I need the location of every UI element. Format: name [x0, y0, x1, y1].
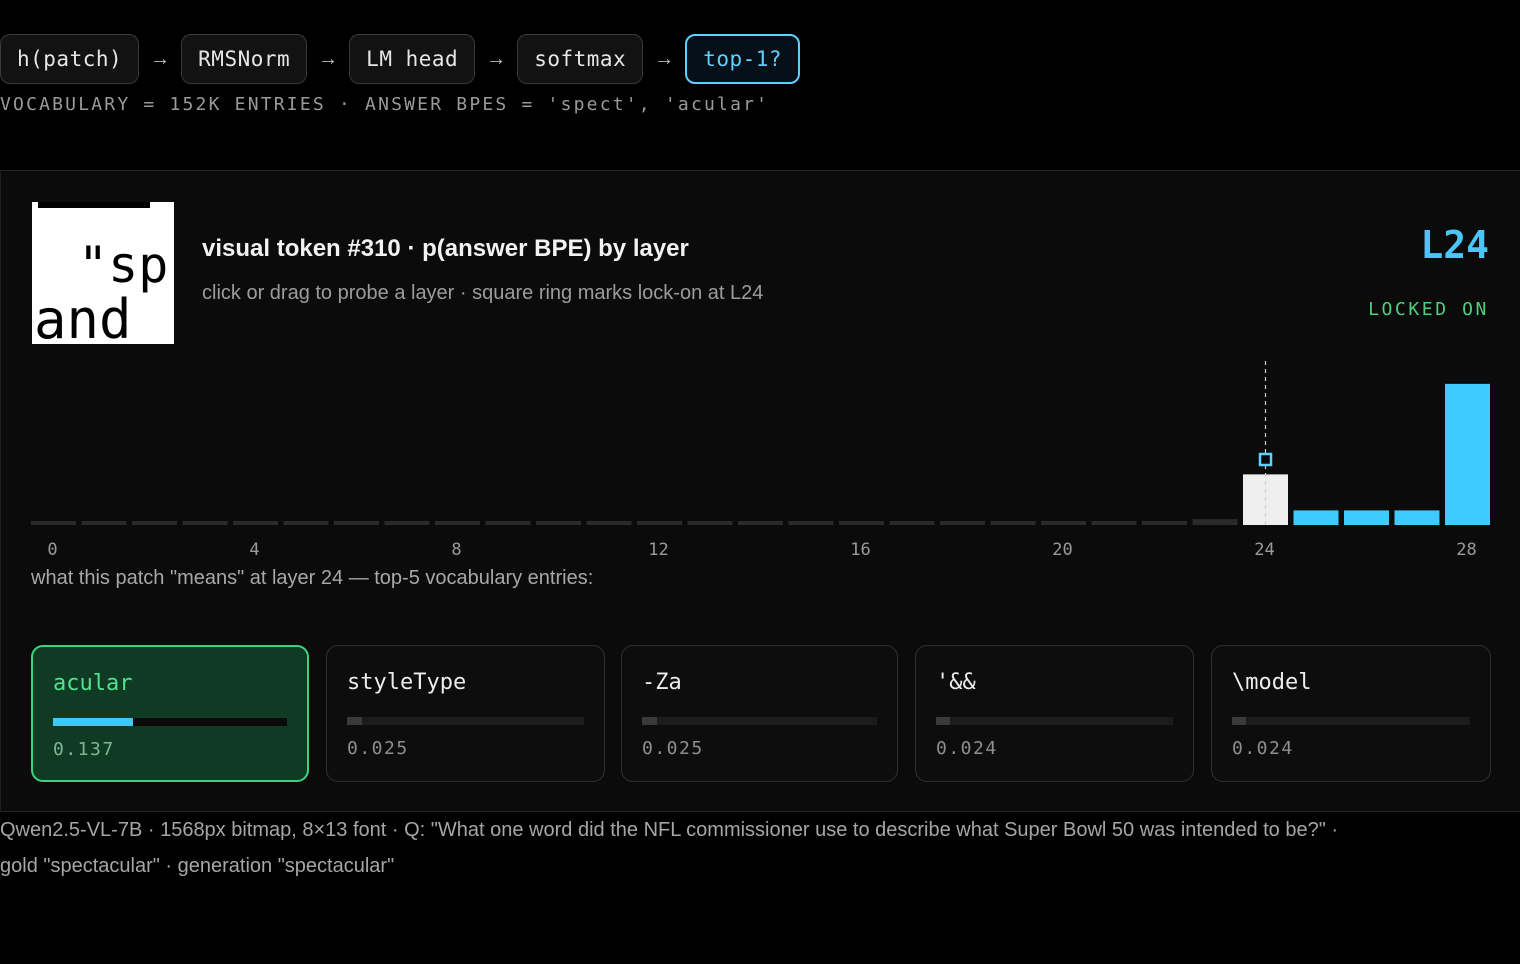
- pipeline: h(patch) → RMSNorm → LM head → softmax → top-1?: [0, 34, 801, 84]
- bar-layer-11[interactable]: [586, 521, 632, 525]
- bar-layer-5[interactable]: [283, 521, 329, 525]
- footer-caption: Qwen2.5-VL-7B · 1568px bitmap, 8×13 font…: [0, 812, 1520, 884]
- x-tick-20: 20: [1052, 540, 1072, 560]
- bar-layer-10[interactable]: [536, 521, 581, 525]
- bar-layer-7[interactable]: [384, 521, 430, 525]
- bar-layer-25[interactable]: [1293, 510, 1339, 525]
- bar-layer-6[interactable]: [334, 521, 379, 525]
- bar-layer-3[interactable]: [182, 521, 228, 525]
- x-tick-4: 4: [249, 540, 259, 560]
- prob-bar-fill: [936, 717, 950, 725]
- vocab-token: -Za: [642, 670, 682, 695]
- x-tick-24: 24: [1254, 540, 1274, 560]
- vocab-token: styleType: [347, 670, 467, 695]
- bar-layer-27[interactable]: [1394, 510, 1440, 525]
- bar-layer-18[interactable]: [940, 521, 985, 525]
- bar-layer-20[interactable]: [1041, 521, 1086, 525]
- bar-layer-8[interactable]: [435, 521, 480, 525]
- vocab-info: VOCABULARY = 152K ENTRIES · ANSWER BPES …: [0, 94, 770, 115]
- x-tick-16: 16: [850, 540, 870, 560]
- prob-bar-track: [347, 717, 584, 725]
- vocab-prob: 0.024: [936, 738, 998, 759]
- bar-layer-16[interactable]: [839, 521, 884, 525]
- x-tick-28: 28: [1456, 540, 1476, 560]
- vocab-token: \model: [1232, 670, 1312, 695]
- bar-layer-9[interactable]: [485, 521, 531, 525]
- vocab-prob: 0.025: [642, 738, 704, 759]
- bar-layer-13[interactable]: [687, 521, 733, 525]
- x-tick-12: 12: [648, 540, 668, 560]
- vocab-card-3[interactable]: '&& 0.024: [915, 645, 1194, 782]
- bar-layer-17[interactable]: [889, 521, 935, 525]
- bar-layer-22[interactable]: [1142, 521, 1187, 525]
- vocab-card-4[interactable]: \model 0.024: [1211, 645, 1491, 782]
- arrow-icon: →: [654, 47, 675, 70]
- prob-bar-track: [1232, 717, 1470, 725]
- top5-cards: acular 0.137 styleType 0.025 -Za 0.025 '&& 0.02…: [31, 645, 1491, 782]
- vocab-token: acular: [53, 671, 133, 696]
- prob-bar-fill: [347, 717, 362, 725]
- prob-bar-track: [642, 717, 877, 725]
- probe-panel: "sp and visual token #310 · p(answer BPE…: [0, 170, 1520, 812]
- bar-layer-0[interactable]: [31, 521, 76, 525]
- vocab-prob: 0.025: [347, 738, 409, 759]
- footer-line-1: Qwen2.5-VL-7B · 1568px bitmap, 8×13 font…: [0, 819, 1339, 841]
- layer-probability-chart[interactable]: 0 4 8 12 16 20 24 28: [1, 171, 1520, 571]
- bar-layer-12[interactable]: [637, 521, 682, 525]
- prob-bar-fill: [53, 718, 133, 726]
- bar-layer-26[interactable]: [1344, 510, 1389, 525]
- pipeline-step-2[interactable]: LM head: [349, 34, 476, 84]
- pipeline-step-0[interactable]: h(patch): [0, 34, 140, 84]
- bar-layer-19[interactable]: [990, 521, 1036, 525]
- means-caption: what this patch "means" at layer 24 — to…: [31, 567, 594, 589]
- arrow-icon: →: [486, 47, 507, 70]
- pipeline-step-4[interactable]: top-1?: [685, 34, 801, 84]
- bar-layer-4[interactable]: [233, 521, 278, 525]
- prob-bar-track: [936, 717, 1173, 725]
- bar-layer-15[interactable]: [788, 521, 834, 525]
- footer-line-2: gold "spectacular" · generation "spectac…: [0, 855, 395, 877]
- bar-layer-1[interactable]: [81, 521, 127, 525]
- prob-bar-fill: [642, 717, 657, 725]
- pipeline-step-3[interactable]: softmax: [517, 34, 644, 84]
- vocab-card-0[interactable]: acular 0.137: [31, 645, 309, 782]
- x-tick-8: 8: [451, 540, 461, 560]
- vocab-prob: 0.137: [53, 739, 115, 760]
- pipeline-step-1[interactable]: RMSNorm: [181, 34, 308, 84]
- vocab-card-2[interactable]: -Za 0.025: [621, 645, 898, 782]
- vocab-prob: 0.024: [1232, 738, 1294, 759]
- bar-layer-28[interactable]: [1445, 383, 1490, 525]
- vocab-card-1[interactable]: styleType 0.025: [326, 645, 605, 782]
- x-tick-0: 0: [47, 540, 57, 560]
- bar-layer-2[interactable]: [132, 521, 177, 525]
- arrow-icon: →: [318, 47, 339, 70]
- bar-layer-21[interactable]: [1091, 521, 1137, 525]
- bar-layer-23[interactable]: [1192, 519, 1238, 525]
- lock-on-ring-icon[interactable]: [1258, 452, 1273, 467]
- prob-bar-track: [53, 718, 287, 726]
- prob-bar-fill: [1232, 717, 1246, 725]
- vocab-token: '&&: [936, 670, 976, 695]
- arrow-icon: →: [150, 47, 171, 70]
- bar-layer-14[interactable]: [738, 521, 783, 525]
